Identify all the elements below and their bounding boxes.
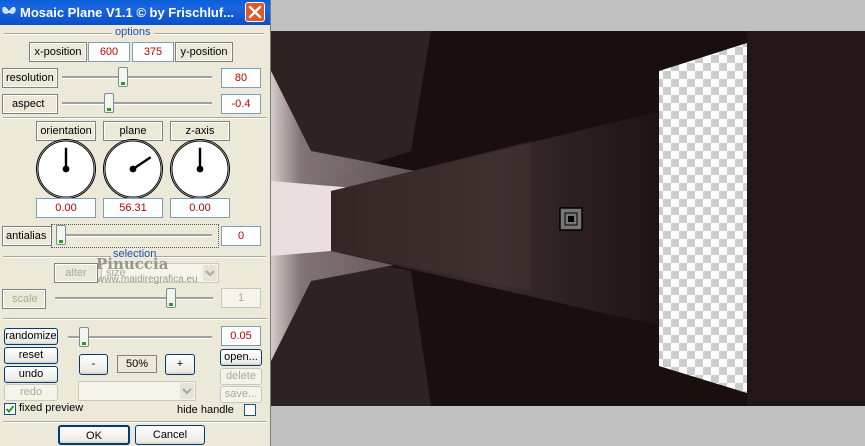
resolution-field[interactable]: 80 — [221, 68, 261, 88]
fixed-preview-checkbox[interactable] — [4, 403, 16, 415]
resolution-slider-thumb[interactable] — [118, 67, 128, 87]
scale-slider-thumb[interactable] — [166, 288, 176, 308]
plane-dial[interactable] — [103, 139, 163, 199]
randomize-button[interactable]: randomize — [4, 328, 58, 345]
randomize-field[interactable]: 0.05 — [221, 326, 261, 346]
hide-handle-label: hide handle — [177, 404, 234, 416]
hide-handle-checkbox[interactable] — [244, 404, 256, 416]
orientation-label: orientation — [36, 121, 96, 141]
resolution-label: resolution — [2, 68, 58, 88]
close-icon — [248, 5, 262, 19]
title-bar[interactable]: Mosaic Plane V1.1 © by Frischluf... — [0, 0, 270, 25]
preview-canvas[interactable] — [271, 31, 865, 406]
randomize-slider-track[interactable] — [68, 336, 212, 339]
checkmark-icon — [5, 405, 15, 413]
x-position-field[interactable]: 600 — [88, 42, 130, 62]
undo-button[interactable]: undo — [4, 366, 58, 383]
z-axis-label: z-axis — [170, 121, 230, 141]
delete-button[interactable]: delete — [220, 368, 262, 385]
x-position-label: x-position — [29, 42, 87, 62]
plane-value[interactable]: 56.31 — [103, 198, 163, 218]
aspect-field[interactable]: -0.4 — [221, 94, 261, 114]
divider — [154, 33, 264, 35]
y-position-field[interactable]: 375 — [132, 42, 174, 62]
mosaic-plane-dialog: Mosaic Plane V1.1 © by Frischluf... opti… — [0, 0, 271, 446]
orientation-dial[interactable] — [36, 139, 96, 199]
scale-slider-track[interactable] — [55, 297, 213, 300]
preset-dropdown[interactable] — [78, 381, 196, 401]
randomize-slider-thumb[interactable] — [79, 327, 90, 347]
chevron-down-icon — [203, 265, 217, 281]
divider — [3, 318, 267, 320]
plane-label: plane — [103, 121, 163, 141]
antialias-slider-thumb[interactable] — [56, 225, 66, 245]
divider — [3, 421, 267, 423]
watermark-url: www.maidiregrafica.eu — [97, 274, 198, 285]
scale-label: scale — [2, 289, 46, 309]
cancel-button[interactable]: Cancel — [135, 425, 205, 445]
aspect-label: aspect — [2, 94, 58, 114]
orientation-value[interactable]: 0.00 — [36, 198, 96, 218]
divider — [3, 117, 267, 119]
watermark-title: Pinuccia — [96, 255, 169, 273]
aspect-slider-thumb[interactable] — [104, 93, 114, 113]
aspect-slider-track[interactable] — [62, 102, 212, 105]
reset-button[interactable]: reset — [4, 347, 58, 364]
window-title: Mosaic Plane V1.1 © by Frischluf... — [20, 5, 235, 20]
divider — [156, 256, 266, 258]
z-axis-value[interactable]: 0.00 — [170, 198, 230, 218]
chevron-down-icon — [180, 383, 194, 399]
antialias-label: antialias — [2, 226, 52, 246]
antialias-field[interactable]: 0 — [221, 226, 261, 246]
y-position-label: y-position — [175, 42, 233, 62]
ok-button[interactable]: OK — [58, 425, 130, 445]
divider — [3, 256, 111, 258]
position-handle-icon[interactable] — [559, 207, 583, 231]
scale-field[interactable]: 1 — [221, 288, 261, 308]
redo-button[interactable]: redo — [4, 384, 58, 401]
open-button[interactable]: open... — [220, 349, 262, 366]
divider — [4, 33, 112, 35]
antialias-slider-track[interactable] — [57, 234, 212, 237]
zoom-level: 50% — [117, 355, 157, 373]
z-axis-dial[interactable] — [170, 139, 230, 199]
save-button[interactable]: save... — [220, 386, 262, 403]
zoom-in-button[interactable]: + — [165, 354, 195, 375]
zoom-out-button[interactable]: - — [79, 354, 108, 375]
close-button[interactable] — [245, 2, 265, 22]
resolution-slider-track[interactable] — [62, 76, 212, 79]
options-header: options — [115, 26, 151, 38]
butterfly-icon — [2, 6, 16, 14]
alter-button[interactable]: alter — [54, 263, 98, 283]
fixed-preview-label: fixed preview — [19, 402, 84, 414]
